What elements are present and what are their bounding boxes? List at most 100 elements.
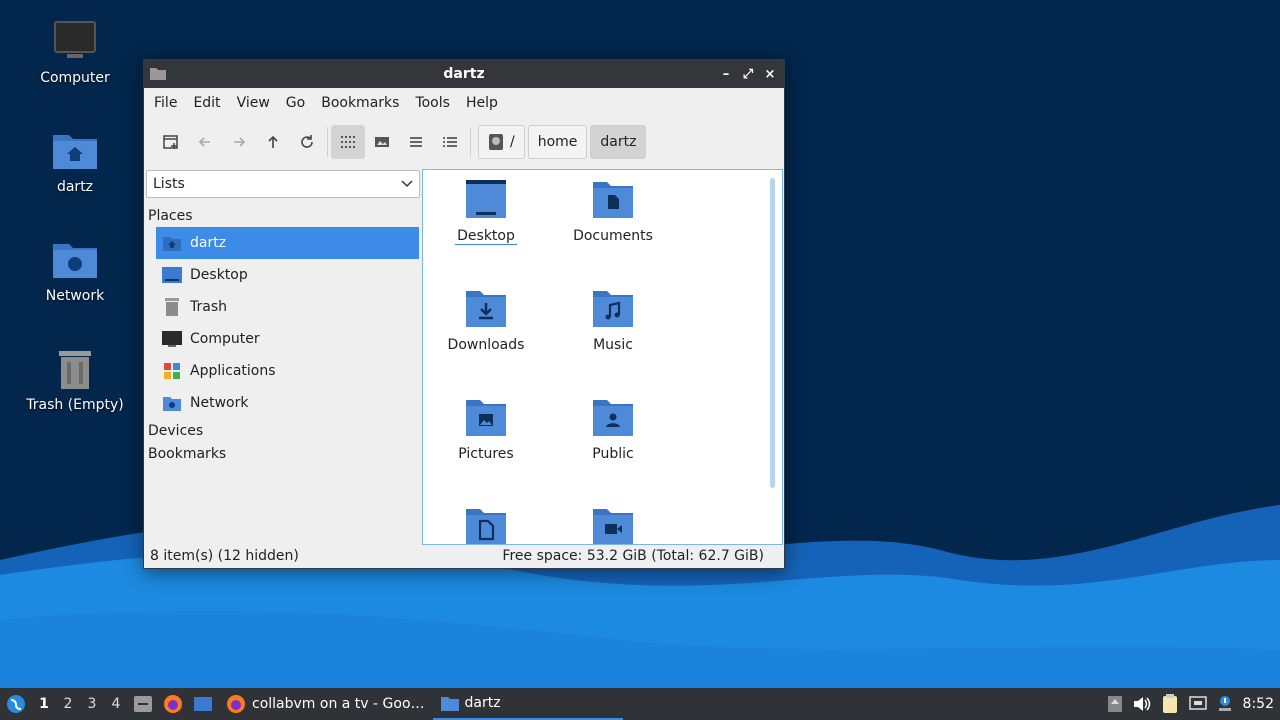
place-item-applications[interactable]: Applications	[156, 355, 419, 387]
pictures-folder-icon	[466, 400, 506, 436]
up-button[interactable]	[256, 125, 290, 159]
place-label: Applications	[190, 363, 276, 379]
drive-icon	[489, 134, 503, 150]
menu-go[interactable]: Go	[278, 95, 313, 111]
place-item-computer[interactable]: Computer	[156, 323, 419, 355]
path-crumb-root[interactable]: /	[478, 125, 525, 159]
task-dartz[interactable]: dartz	[432, 688, 623, 720]
file-icon-view[interactable]: Desktop Documents Downloads Music Pictur…	[422, 169, 783, 545]
file-item-public[interactable]: Public	[558, 396, 668, 462]
file-label: Downloads	[447, 337, 525, 353]
places-header[interactable]: Places	[146, 204, 420, 227]
file-item-pictures[interactable]: Pictures	[431, 396, 541, 462]
minimize-button[interactable]: –	[718, 64, 734, 84]
volume-icon[interactable]	[1133, 696, 1151, 712]
folder-icon	[150, 68, 166, 80]
detailed-view-button[interactable]	[433, 125, 467, 159]
file-label: Pictures	[458, 446, 514, 462]
devices-header[interactable]: Devices	[146, 419, 420, 442]
compact-view-button[interactable]	[399, 125, 433, 159]
bookmarks-header[interactable]: Bookmarks	[146, 442, 420, 465]
folder-icon	[440, 697, 459, 711]
places-list: dartz Desktop Trash Computer Application…	[156, 227, 419, 419]
file-item-desktop[interactable]: Desktop	[431, 178, 541, 245]
new-tab-icon	[163, 135, 178, 149]
task-firefox[interactable]: collabvm on a tv - Goo…	[218, 688, 433, 720]
path-bar: / home dartz	[478, 125, 647, 159]
file-item-documents[interactable]: Documents	[558, 178, 668, 244]
side-pane: Lists Places dartz Desktop Trash Compute…	[146, 168, 420, 544]
place-item-dartz[interactable]: dartz	[156, 227, 419, 259]
desktop-icon	[162, 265, 182, 285]
reload-icon	[301, 135, 313, 148]
menu-file[interactable]: File	[146, 95, 185, 111]
desktop-icon-label: Computer	[40, 70, 110, 86]
arrow-right-icon	[234, 137, 246, 147]
place-item-trash[interactable]: Trash	[156, 291, 419, 323]
show-desktop-icon	[194, 697, 212, 711]
clock[interactable]: 8:52	[1243, 696, 1274, 712]
desktop-icon-computer[interactable]: Computer	[20, 18, 130, 86]
chevron-down-icon	[401, 180, 413, 188]
place-label: Computer	[190, 331, 260, 347]
thumbnail-view-button[interactable]	[365, 125, 399, 159]
network-icon	[162, 393, 182, 413]
applications-icon	[162, 361, 182, 381]
quicklaunch-file-manager[interactable]	[128, 688, 158, 720]
templates-folder-icon	[466, 509, 506, 544]
workspace-3[interactable]: 3	[80, 696, 104, 712]
clipboard-icon[interactable]	[1161, 694, 1179, 714]
workspace-1[interactable]: 1	[32, 696, 56, 712]
firefox-icon	[164, 695, 182, 713]
side-pane-mode-select[interactable]: Lists	[146, 170, 420, 198]
back-button[interactable]	[188, 125, 222, 159]
item-count: 8 item(s) (12 hidden)	[150, 548, 299, 564]
trash-icon	[59, 351, 91, 389]
icon-view-button[interactable]	[331, 125, 365, 159]
menu-edit[interactable]: Edit	[185, 95, 228, 111]
menu-bookmarks[interactable]: Bookmarks	[313, 95, 407, 111]
workspace-4[interactable]: 4	[104, 696, 128, 712]
computer-icon	[162, 329, 182, 349]
desktop-icon-label: Trash (Empty)	[26, 397, 124, 413]
desktop-icon-dartz[interactable]: dartz	[20, 127, 130, 195]
start-menu-button[interactable]	[0, 694, 32, 714]
close-button[interactable]: ×	[762, 64, 778, 84]
path-crumb-current[interactable]: dartz	[590, 125, 647, 159]
vertical-scrollbar[interactable]	[770, 178, 775, 488]
menu-tools[interactable]: Tools	[407, 95, 458, 111]
documents-folder-icon	[593, 182, 633, 218]
update-notifier-icon[interactable]	[1217, 695, 1233, 713]
menu-view[interactable]: View	[229, 95, 278, 111]
network-connection-icon[interactable]	[1188, 696, 1207, 712]
file-item-videos[interactable]	[558, 505, 668, 544]
place-label: Desktop	[190, 267, 248, 283]
new-tab-button[interactable]	[154, 125, 188, 159]
file-item-templates[interactable]	[431, 505, 541, 544]
reload-button[interactable]	[290, 125, 324, 159]
path-crumb-home[interactable]: home	[527, 125, 588, 159]
list-icon	[410, 137, 422, 147]
removable-media-icon[interactable]	[1107, 695, 1123, 713]
file-manager-window: dartz – ⤢ × File Edit View Go Bookmarks …	[143, 59, 785, 569]
desktop-icon-trash[interactable]: Trash (Empty)	[20, 345, 130, 413]
public-folder-icon	[593, 400, 633, 436]
maximize-button[interactable]: ⤢	[740, 64, 756, 84]
menu-help[interactable]: Help	[458, 95, 506, 111]
forward-button[interactable]	[222, 125, 256, 159]
task-label: dartz	[464, 695, 501, 711]
place-item-desktop[interactable]: Desktop	[156, 259, 419, 291]
desktop-icon-network[interactable]: Network	[20, 236, 130, 304]
workspace-2[interactable]: 2	[56, 696, 80, 712]
grid-icon	[341, 136, 355, 148]
window-title: dartz	[443, 66, 485, 82]
place-item-network[interactable]: Network	[156, 387, 419, 419]
file-label: Music	[593, 337, 633, 353]
place-label: dartz	[190, 235, 227, 251]
quicklaunch-firefox[interactable]	[158, 688, 188, 720]
file-item-downloads[interactable]: Downloads	[431, 287, 541, 353]
file-item-music[interactable]: Music	[558, 287, 668, 353]
toolbar: / home dartz	[144, 118, 784, 166]
quicklaunch-desktop[interactable]	[188, 688, 218, 720]
window-titlebar[interactable]: dartz – ⤢ ×	[144, 60, 784, 88]
